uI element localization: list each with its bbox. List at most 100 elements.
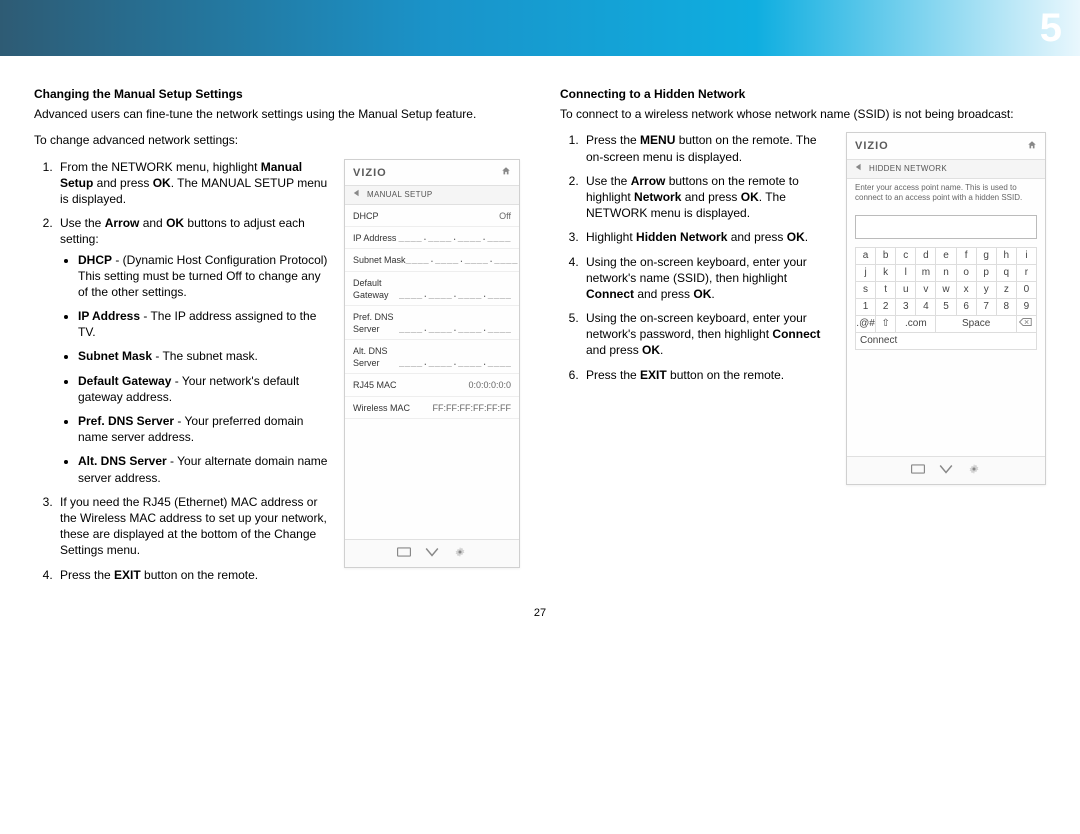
key-space[interactable]: Space — [936, 316, 1016, 333]
left-column: Changing the Manual Setup Settings Advan… — [34, 86, 520, 591]
key-m[interactable]: m — [916, 265, 936, 282]
right-step-5: Using the on-screen keyboard, enter your… — [582, 310, 832, 359]
key-s[interactable]: s — [856, 282, 876, 299]
key-n[interactable]: n — [936, 265, 956, 282]
key-1[interactable]: 1 — [856, 299, 876, 316]
key-h[interactable]: h — [996, 248, 1016, 265]
left-body: From the NETWORK menu, highlight Manual … — [34, 159, 520, 591]
panel2-header: VIZIO — [847, 133, 1045, 160]
page-body: Changing the Manual Setup Settings Advan… — [0, 56, 1080, 601]
key-b[interactable]: b — [876, 248, 896, 265]
key-o[interactable]: o — [956, 265, 976, 282]
back-icon — [855, 163, 863, 175]
brand-label: VIZIO — [353, 166, 387, 181]
key-y[interactable]: y — [976, 282, 996, 299]
key-g[interactable]: g — [976, 248, 996, 265]
hidden-network-panel: VIZIO HIDDEN NETWORK Enter your access p… — [846, 132, 1046, 485]
key-connect[interactable]: Connect — [856, 333, 1037, 350]
bullet-alt-dns: Alt. DNS Server - Your alternate domain … — [78, 453, 330, 485]
onscreen-keyboard: a b c d e f g h i j k — [847, 247, 1045, 356]
chapter-number: 5 — [1040, 6, 1062, 51]
key-l[interactable]: l — [896, 265, 916, 282]
key-3[interactable]: 3 — [896, 299, 916, 316]
key-v[interactable]: v — [916, 282, 936, 299]
key-dotcom[interactable]: .com — [896, 316, 936, 333]
left-step-4: Press the EXIT button on the remote. — [56, 567, 330, 583]
key-5[interactable]: 5 — [936, 299, 956, 316]
right-column: Connecting to a Hidden Network To connec… — [560, 86, 1046, 591]
key-k[interactable]: k — [876, 265, 896, 282]
panel2-title-row: HIDDEN NETWORK — [847, 160, 1045, 179]
key-4[interactable]: 4 — [916, 299, 936, 316]
right-step-3: Highlight Hidden Network and press OK. — [582, 229, 832, 245]
widescreen-icon — [911, 463, 925, 478]
left-steps: From the NETWORK menu, highlight Manual … — [34, 159, 330, 583]
panel2-gap — [847, 356, 1045, 456]
shift-icon: ⇧ — [881, 318, 889, 329]
row-wireless: Wireless MACFF:FF:FF:FF:FF:FF — [345, 397, 519, 419]
key-u[interactable]: u — [896, 282, 916, 299]
key-w[interactable]: w — [936, 282, 956, 299]
panel2-title: HIDDEN NETWORK — [869, 164, 947, 175]
top-banner: 5 — [0, 0, 1080, 56]
key-0[interactable]: 0 — [1016, 282, 1036, 299]
key-9[interactable]: 9 — [1016, 299, 1036, 316]
key-6[interactable]: 6 — [956, 299, 976, 316]
bullet-ip: IP Address - The IP address assigned to … — [78, 308, 330, 340]
row-gateway: Default Gateway____.____.____.____ — [345, 272, 519, 306]
right-step-6: Press the EXIT button on the remote. — [582, 367, 832, 383]
left-bullets: DHCP - (Dynamic Host Configuration Proto… — [60, 252, 330, 486]
panel-footer — [345, 539, 519, 567]
key-2[interactable]: 2 — [876, 299, 896, 316]
left-step-2: Use the Arrow and OK buttons to adjust e… — [56, 215, 330, 486]
gear-icon — [453, 546, 467, 561]
left-intro: Advanced users can fine-tune the network… — [34, 106, 520, 122]
key-8[interactable]: 8 — [996, 299, 1016, 316]
left-text: From the NETWORK menu, highlight Manual … — [34, 159, 330, 591]
row-subnet: Subnet Mask____.____.____.____ — [345, 249, 519, 271]
back-icon — [353, 189, 361, 201]
key-backspace[interactable] — [1016, 316, 1036, 333]
bullet-dhcp: DHCP - (Dynamic Host Configuration Proto… — [78, 252, 330, 301]
bullet-gateway: Default Gateway - Your network's default… — [78, 373, 330, 405]
v-logo-icon — [939, 463, 953, 478]
row-pref-dns: Pref. DNS Server____.____.____.____ — [345, 306, 519, 340]
left-step-3: If you need the RJ45 (Ethernet) MAC addr… — [56, 494, 330, 559]
row-ip: IP Address____.____.____.____ — [345, 227, 519, 249]
backspace-icon — [1019, 319, 1033, 330]
row-alt-dns: Alt. DNS Server____.____.____.____ — [345, 340, 519, 374]
left-lead: To change advanced network settings: — [34, 132, 520, 148]
key-shift[interactable]: ⇧ — [876, 316, 896, 333]
row-rj45: RJ45 MAC0:0:0:0:0:0 — [345, 374, 519, 396]
manual-setup-panel: VIZIO MANUAL SETUP DHCPOff IP Address___… — [344, 159, 520, 568]
left-step-1: From the NETWORK menu, highlight Manual … — [56, 159, 330, 208]
key-p[interactable]: p — [976, 265, 996, 282]
home-icon — [1027, 140, 1037, 153]
key-r[interactable]: r — [1016, 265, 1036, 282]
key-c[interactable]: c — [896, 248, 916, 265]
panel-spacer — [345, 419, 519, 539]
panel2-footer — [847, 456, 1045, 484]
key-q[interactable]: q — [996, 265, 1016, 282]
row-dhcp: DHCPOff — [345, 205, 519, 227]
v-logo-icon — [425, 546, 439, 561]
key-a[interactable]: a — [856, 248, 876, 265]
key-f[interactable]: f — [956, 248, 976, 265]
panel-title-row: MANUAL SETUP — [345, 186, 519, 205]
right-text: Press the MENU button on the remote. The… — [560, 132, 832, 390]
key-z[interactable]: z — [996, 282, 1016, 299]
key-i[interactable]: i — [1016, 248, 1036, 265]
key-7[interactable]: 7 — [976, 299, 996, 316]
key-t[interactable]: t — [876, 282, 896, 299]
key-symbols[interactable]: .@# — [856, 316, 876, 333]
key-j[interactable]: j — [856, 265, 876, 282]
key-x[interactable]: x — [956, 282, 976, 299]
left-heading: Changing the Manual Setup Settings — [34, 86, 520, 102]
key-e[interactable]: e — [936, 248, 956, 265]
brand-label-2: VIZIO — [855, 139, 889, 154]
widescreen-icon — [397, 546, 411, 561]
key-d[interactable]: d — [916, 248, 936, 265]
ssid-input[interactable] — [855, 215, 1037, 239]
bullet-subnet: Subnet Mask - The subnet mask. — [78, 348, 330, 364]
right-step-1: Press the MENU button on the remote. The… — [582, 132, 832, 164]
